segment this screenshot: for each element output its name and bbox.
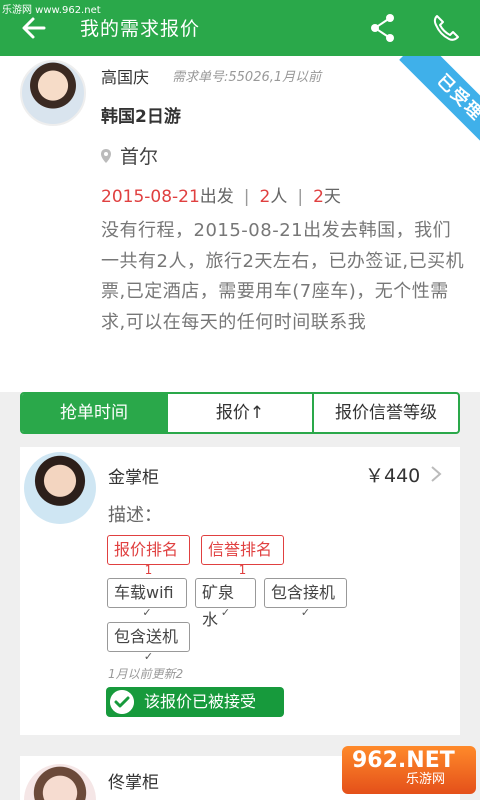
watermark-logo: 962.NET 乐游网: [342, 746, 476, 794]
tag-label: 包含接机: [271, 583, 336, 602]
request-description: 没有行程，2015-08-21出发去韩国，我们一共有2人，旅行2天左右，已办签证…: [101, 220, 465, 333]
avatar: [24, 452, 96, 524]
check-circle-icon: [110, 690, 134, 714]
accepted-label: 该报价已被接受: [144, 692, 257, 711]
check-mark-icon: ✓: [300, 606, 311, 619]
sort-tabs: 抢单时间 报价↑ 报价信誉等级: [20, 392, 460, 434]
people-unit: 人: [270, 187, 288, 207]
share-icon[interactable]: [368, 12, 398, 44]
description-label: 描述：: [108, 505, 162, 526]
trip-stats: 2015-08-21出发 | 2人 | 2天: [101, 182, 341, 207]
quote-vendor-name: 金掌柜: [108, 468, 159, 488]
tab-price[interactable]: 报价↑: [166, 394, 312, 432]
check-mark-icon: ✓: [220, 606, 231, 619]
divider: |: [243, 187, 250, 207]
rank-tag-credit: 信誉排名 1: [201, 535, 284, 577]
location-text: 首尔: [120, 146, 159, 168]
avatar: [24, 764, 96, 800]
quote-price: ￥440: [365, 465, 421, 487]
watermark-brand: 962.NET: [352, 748, 455, 773]
depart-date: 2015-08-21: [101, 187, 200, 207]
accepted-status-badge: 该报价已被接受: [106, 687, 284, 717]
days-count: 2: [313, 187, 324, 207]
tab-grab-time[interactable]: 抢单时间: [22, 394, 166, 432]
service-tag: 车载wifi ✓: [107, 578, 187, 619]
watermark-text: 乐游网 www.962.net: [2, 5, 101, 16]
location-pin-icon: [101, 149, 111, 163]
phone-icon[interactable]: [430, 12, 462, 44]
avatar: [20, 60, 86, 126]
status-badge: 已受理: [399, 56, 480, 156]
page-title: 我的需求报价: [80, 18, 201, 40]
chevron-right-icon[interactable]: [430, 465, 442, 483]
service-tag: 矿泉水 ✓: [195, 578, 256, 629]
days-unit: 天: [323, 187, 341, 207]
divider: |: [297, 187, 304, 207]
status-ribbon: 已受理: [380, 56, 480, 156]
quote-card[interactable]: 金掌柜 ￥440 描述： 报价排名 1 信誉排名 1 车载wifi ✓ 矿泉水 …: [20, 447, 460, 735]
service-tag: 包含接机 ✓: [264, 578, 347, 619]
check-mark-icon: ✓: [142, 606, 152, 619]
check-mark-icon: ✓: [143, 650, 154, 663]
rank-tag-price: 报价排名 1: [107, 535, 190, 577]
service-tag: 包含送机 ✓: [107, 622, 190, 663]
tab-credit-level[interactable]: 报价信誉等级: [312, 394, 458, 432]
people-count: 2: [259, 187, 271, 207]
tag-value: 1: [238, 563, 247, 577]
depart-suffix: 出发: [199, 187, 234, 207]
tag-value: 1: [144, 563, 153, 577]
quote-vendor-name: 佟掌柜: [108, 773, 159, 793]
tag-label: 车载wifi: [114, 583, 174, 602]
requester-name: 高国庆: [101, 68, 150, 87]
tag-label: 信誉排名: [208, 540, 273, 559]
request-meta: 需求单号:55026,1月以前: [172, 70, 322, 85]
tag-label: 报价排名: [114, 540, 179, 559]
trip-title: 韩国2日游: [101, 107, 181, 127]
updated-time: 1月以前更新2: [108, 667, 184, 681]
watermark-sub: 乐游网: [406, 772, 446, 787]
tag-label: 包含送机: [114, 627, 179, 646]
